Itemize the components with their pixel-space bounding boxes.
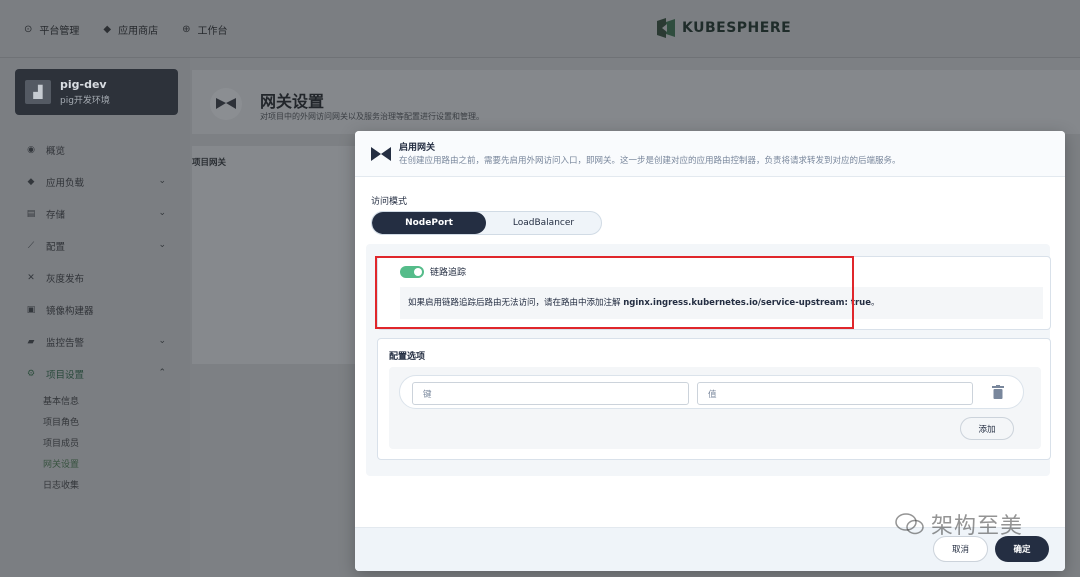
brand-name: KUBESPHERE	[682, 20, 792, 36]
overview-icon: ◉	[27, 145, 35, 155]
chevron-down-icon: ⌄	[158, 208, 166, 218]
page-header: 网关设置 对项目中的外网访问网关以及服务治理等配置进行设置和管理。	[192, 70, 1080, 134]
config-options-card: 配置选项 键 值 添加	[377, 338, 1051, 460]
access-mode-loadbalancer[interactable]: LoadBalancer	[486, 212, 601, 234]
config-icon: ⟋	[27, 241, 35, 251]
page-description: 对项目中的外网访问网关以及服务治理等配置进行设置和管理。	[260, 112, 484, 121]
monitor-icon: ▰	[27, 337, 35, 347]
chevron-down-icon: ⌄	[158, 336, 166, 346]
sidebar-subitem-project-members[interactable]: 项目成员	[43, 432, 190, 453]
top-bar: ⊙ 平台管理 ◆ 应用商店 ⊕ 工作台 KUBESPHERE	[0, 0, 1080, 58]
nav-platform-label: 平台管理	[39, 25, 80, 37]
brand-logo[interactable]: KUBESPHERE	[656, 18, 791, 38]
project-settings-submenu: 基本信息 项目角色 项目成员 网关设置 日志收集	[0, 390, 190, 495]
sidebar-item-label: 监控告警	[46, 338, 85, 349]
sidebar-item-config[interactable]: ⟋ 配置 ⌄	[0, 230, 190, 262]
value-input[interactable]: 值	[697, 382, 973, 405]
key-input[interactable]: 键	[412, 382, 689, 405]
nav-workbench-label: 工作台	[197, 25, 228, 37]
chevron-down-icon: ⌄	[158, 176, 166, 186]
project-info: pig-dev pig开发环境	[60, 78, 110, 106]
top-nav: ⊙ 平台管理 ◆ 应用商店 ⊕ 工作台	[24, 0, 227, 58]
sidebar-item-label: 灰度发布	[46, 274, 85, 285]
sidebar-item-project-settings[interactable]: ⚙ 项目设置 ⌃	[0, 358, 190, 390]
access-mode-nodeport[interactable]: NodePort	[372, 212, 486, 234]
sidebar-item-monitoring[interactable]: ▰ 监控告警 ⌄	[0, 326, 190, 358]
project-gateway-section: 项目网关	[192, 146, 356, 364]
sidebar-item-workload[interactable]: ◆ 应用负载 ⌄	[0, 166, 190, 198]
watermark-text: 架构至美	[931, 514, 1024, 539]
workload-icon: ◆	[27, 177, 35, 187]
sidebar-item-image-builder[interactable]: ▣ 镜像构建器	[0, 294, 190, 326]
config-options-body: 键 值 添加	[389, 367, 1041, 449]
nav-platform-management[interactable]: ⊙ 平台管理	[24, 22, 79, 37]
nav-workbench[interactable]: ⊕ 工作台	[182, 22, 227, 37]
section-label: 项目网关	[192, 158, 227, 168]
project-selector[interactable]: ▟ pig-dev pig开发环境	[15, 69, 178, 115]
key-value-row: 键 值	[399, 375, 1024, 409]
image-builder-icon: ▣	[26, 305, 36, 315]
highlight-annotation-box	[375, 256, 854, 329]
nav-app-store[interactable]: ◆ 应用商店	[103, 22, 158, 37]
settings-icon: ⚙	[26, 369, 36, 379]
sidebar-item-label: 配置	[46, 242, 66, 253]
sidebar-item-overview[interactable]: ◉ 概览	[0, 134, 190, 166]
project-icon: ▟	[25, 80, 51, 104]
modal-description: 在创建应用路由之前，需要先启用外网访问入口，即网关。这一步是创建对应的应用路由控…	[399, 156, 901, 166]
sidebar-item-label: 概览	[46, 146, 66, 157]
nav-appstore-label: 应用商店	[118, 25, 159, 37]
sidebar-item-label: 镜像构建器	[46, 306, 94, 317]
platform-icon: ⊙	[24, 23, 33, 35]
modal-title: 启用网关	[399, 143, 436, 153]
storage-icon: ▤	[26, 209, 36, 219]
chevron-down-icon: ⌄	[158, 240, 166, 250]
sidebar-item-label: 存储	[46, 210, 66, 221]
add-option-button[interactable]: 添加	[960, 417, 1014, 440]
sidebar-subitem-project-roles[interactable]: 项目角色	[43, 411, 190, 432]
tracing-note-suffix: 。	[870, 298, 880, 308]
sidebar-subitem-gateway-settings[interactable]: 网关设置	[43, 453, 190, 474]
wechat-icon	[895, 513, 924, 535]
page-title: 网关设置	[260, 92, 325, 111]
kubesphere-logo-icon	[657, 18, 675, 38]
gateway-icon	[210, 88, 242, 120]
gateway-icon	[371, 147, 391, 161]
sidebar-subitem-basic-info[interactable]: 基本信息	[43, 390, 190, 411]
enable-gateway-modal: 启用网关 在创建应用路由之前，需要先启用外网访问入口，即网关。这一步是创建对应的…	[355, 131, 1065, 571]
sidebar-item-label: 项目设置	[46, 370, 85, 381]
sidebar-menu: ◉ 概览 ◆ 应用负载 ⌄ ▤ 存储 ⌄ ⟋ 配置 ⌄ ✕ 灰度发布 ▣ 镜像构…	[0, 134, 190, 495]
sidebar: ▟ pig-dev pig开发环境 ◉ 概览 ◆ 应用负载 ⌄ ▤ 存储 ⌄ ⟋…	[0, 58, 190, 577]
workbench-icon: ⊕	[182, 23, 191, 35]
trash-icon[interactable]	[992, 385, 1004, 399]
access-mode-switch: NodePort LoadBalancer	[371, 211, 602, 235]
sidebar-subitem-log-collection[interactable]: 日志收集	[43, 474, 190, 495]
config-options-title: 配置选项	[389, 352, 426, 362]
sidebar-item-label: 应用负载	[46, 178, 85, 189]
modal-header: 启用网关 在创建应用路由之前，需要先启用外网访问入口，即网关。这一步是创建对应的…	[355, 131, 1065, 177]
project-name: pig-dev	[60, 78, 107, 91]
project-subtitle: pig开发环境	[60, 96, 110, 106]
sidebar-item-grayscale[interactable]: ✕ 灰度发布	[0, 262, 190, 294]
chevron-up-icon: ⌃	[158, 368, 166, 378]
watermark: 架构至美	[895, 508, 1023, 540]
appstore-icon: ◆	[103, 23, 112, 35]
sidebar-item-storage[interactable]: ▤ 存储 ⌄	[0, 198, 190, 230]
grayscale-icon: ✕	[27, 273, 35, 283]
access-mode-label: 访问模式	[371, 197, 408, 207]
